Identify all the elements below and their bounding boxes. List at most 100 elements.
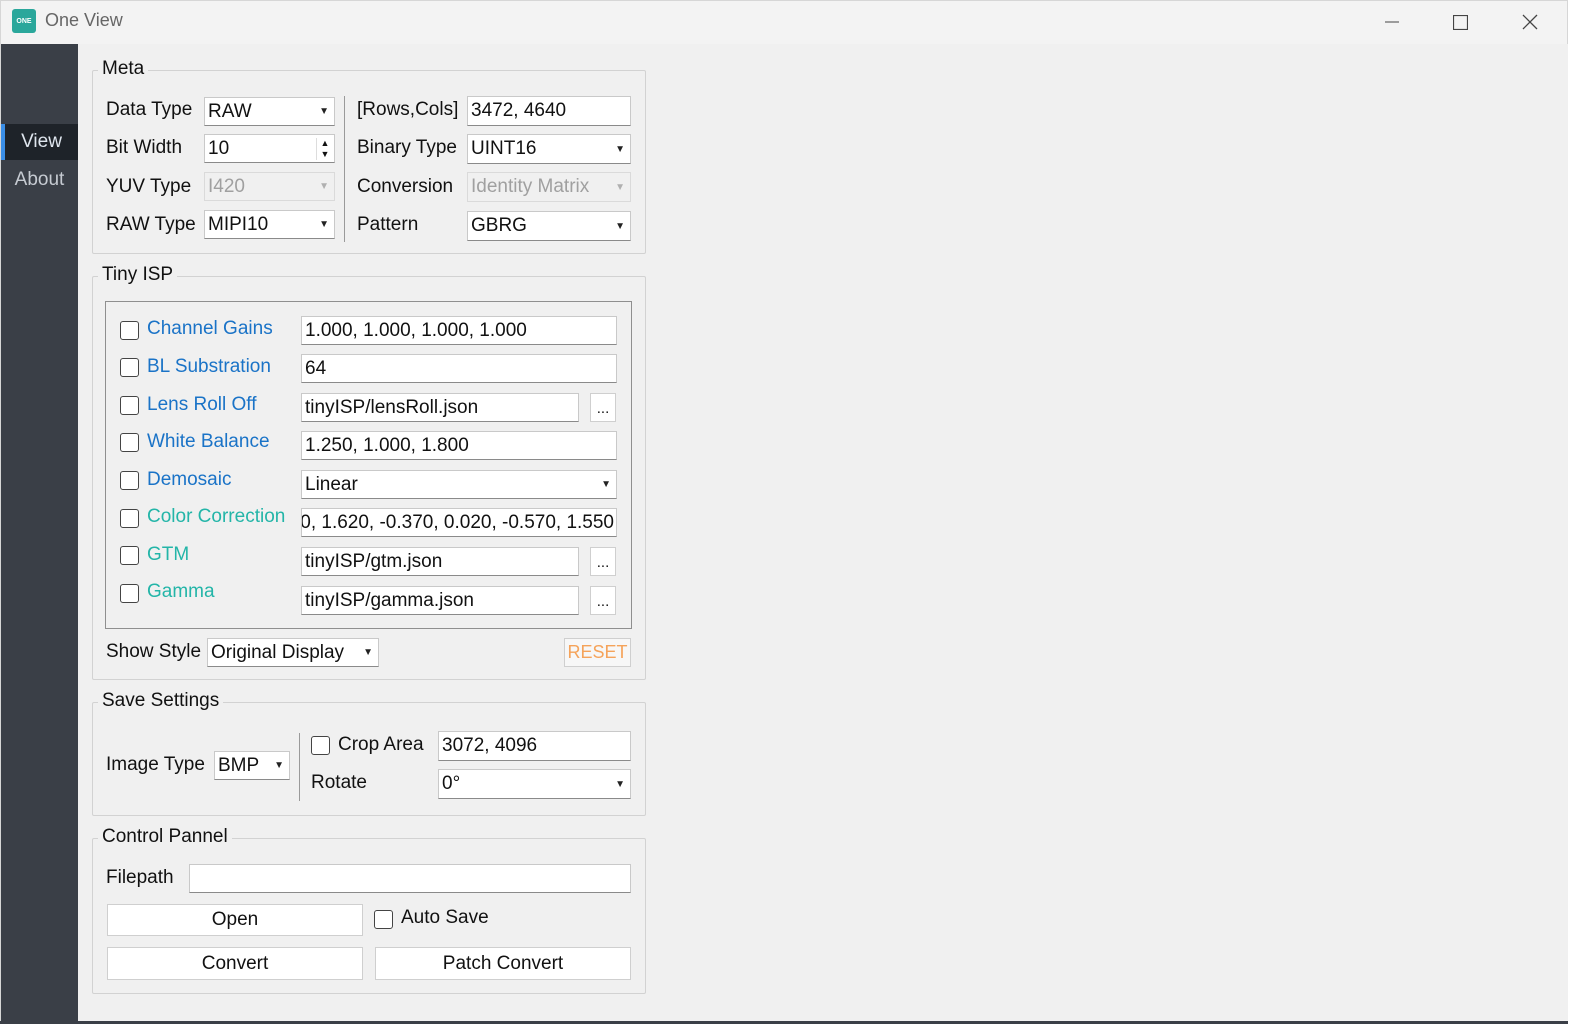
raw-type-label: RAW Type (106, 214, 196, 235)
lens-roll-off-label: Lens Roll Off (147, 394, 257, 415)
raw-type-value: MIPI10 (208, 213, 269, 235)
color-correction-input[interactable]: 50, 1.620, -0.370, 0.020, -0.570, 1.550 (301, 508, 617, 537)
color-correction-checkbox[interactable] (120, 509, 139, 528)
pattern-select[interactable]: GBRG ▼ (467, 211, 631, 241)
chevron-down-icon: ▼ (319, 219, 329, 230)
reset-button[interactable]: RESET (564, 638, 631, 667)
pattern-label: Pattern (357, 214, 419, 235)
gamma-input[interactable]: tinyISP/gamma.json (301, 586, 579, 615)
open-button[interactable]: Open (107, 904, 363, 936)
crop-area-checkbox[interactable] (311, 736, 330, 755)
gamma-browse-button[interactable]: ... (590, 586, 616, 615)
minimize-icon (1385, 21, 1399, 23)
chevron-down-icon: ▼ (601, 479, 611, 490)
data-type-label: Data Type (106, 99, 193, 120)
spin-arrows: ▲ ▼ (316, 137, 333, 160)
close-icon (1522, 14, 1538, 30)
gtm-browse-button[interactable]: ... (590, 547, 616, 576)
spin-down-icon[interactable]: ▼ (317, 149, 333, 160)
color-correction-value: 50, 1.620, -0.370, 0.020, -0.570, 1.550 (301, 511, 614, 533)
yuv-type-label: YUV Type (106, 176, 192, 197)
image-type-label: Image Type (106, 754, 205, 775)
channel-gains-input[interactable]: 1.000, 1.000, 1.000, 1.000 (301, 316, 617, 345)
binary-type-select[interactable]: UINT16 ▼ (467, 134, 631, 164)
bl-substration-label: BL Substration (147, 356, 271, 377)
conversion-select: Identity Matrix ▼ (467, 172, 631, 202)
white-balance-input[interactable]: 1.250, 1.000, 1.800 (301, 431, 617, 460)
chevron-down-icon: ▼ (615, 143, 625, 155)
channel-gains-label: Channel Gains (147, 318, 273, 339)
conversion-label: Conversion (357, 176, 454, 197)
meta-separator (344, 96, 345, 242)
gtm-checkbox[interactable] (120, 546, 139, 565)
yuv-type-value: I420 (208, 175, 245, 197)
chevron-down-icon: ▼ (615, 220, 625, 232)
chevron-down-icon: ▼ (363, 647, 373, 658)
rows-cols-input[interactable]: 3472, 4640 (467, 96, 631, 126)
show-style-value: Original Display (211, 641, 345, 663)
spin-up-icon[interactable]: ▲ (317, 138, 333, 149)
show-style-label: Show Style (106, 641, 202, 662)
chevron-down-icon: ▼ (319, 181, 329, 192)
binary-type-value: UINT16 (471, 138, 537, 159)
image-viewer (660, 44, 1568, 1024)
title-bar (0, 0, 1568, 44)
bl-substration-checkbox[interactable] (120, 358, 139, 377)
window-bottom-border (0, 1021, 1568, 1024)
conversion-value: Identity Matrix (471, 176, 590, 197)
chevron-down-icon: ▼ (319, 106, 329, 117)
app-logo-text: ONE (16, 17, 32, 25)
chevron-down-icon: ▼ (615, 778, 625, 790)
image-type-value: BMP (218, 754, 260, 776)
patch-convert-button[interactable]: Patch Convert (375, 947, 631, 980)
demosaic-label: Demosaic (147, 469, 232, 490)
demosaic-select[interactable]: Linear ▼ (301, 470, 617, 499)
rotate-label: Rotate (311, 772, 367, 793)
filepath-label: Filepath (106, 867, 174, 888)
bl-substration-input[interactable]: 64 (301, 354, 617, 383)
lens-roll-off-input[interactable]: tinyISP/lensRoll.json (301, 393, 579, 422)
convert-button[interactable]: Convert (107, 947, 363, 980)
sidebar-item-view[interactable]: View (1, 124, 78, 160)
window-edge (1568, 0, 1586, 1035)
white-balance-label: White Balance (147, 431, 270, 452)
gtm-input[interactable]: tinyISP/gtm.json (301, 547, 579, 576)
rotate-select[interactable]: 0° ▼ (438, 769, 631, 799)
minimize-button[interactable] (1362, 6, 1422, 38)
binary-type-label: Binary Type (357, 137, 457, 158)
raw-type-select[interactable]: MIPI10 ▼ (204, 210, 335, 239)
data-type-select[interactable]: RAW ▼ (204, 97, 335, 126)
bit-width-spinbox[interactable]: 10 ▲ ▼ (204, 134, 335, 163)
auto-save-label: Auto Save (401, 907, 489, 928)
window-title: One View (45, 10, 123, 30)
lens-roll-off-browse-button[interactable]: ... (590, 393, 616, 422)
sidebar-item-about[interactable]: About (1, 162, 78, 198)
crop-area-input[interactable]: 3072, 4096 (438, 731, 631, 761)
bit-width-label: Bit Width (106, 137, 183, 158)
demosaic-checkbox[interactable] (120, 471, 139, 490)
color-correction-label: Color Correction (147, 506, 286, 527)
show-style-select[interactable]: Original Display ▼ (207, 638, 379, 667)
gtm-label: GTM (147, 544, 190, 565)
bit-width-value: 10 (208, 137, 230, 159)
chevron-down-icon: ▼ (615, 181, 625, 193)
white-balance-checkbox[interactable] (120, 433, 139, 452)
close-button[interactable] (1500, 6, 1560, 38)
rotate-value: 0° (442, 773, 461, 794)
isp-steps-frame (105, 301, 632, 629)
chevron-down-icon: ▼ (274, 760, 284, 771)
lens-roll-off-checkbox[interactable] (120, 396, 139, 415)
control-pannel-group-title: Control Pannel (98, 826, 232, 848)
tiny-isp-group-title: Tiny ISP (98, 264, 178, 286)
image-type-select[interactable]: BMP ▼ (214, 751, 290, 780)
rows-cols-label: [Rows,Cols] (357, 99, 459, 120)
maximize-icon (1452, 14, 1468, 30)
demosaic-value: Linear (305, 473, 358, 495)
maximize-button[interactable] (1430, 6, 1490, 38)
channel-gains-checkbox[interactable] (120, 321, 139, 340)
auto-save-checkbox[interactable] (374, 910, 393, 929)
data-type-value: RAW (208, 100, 252, 122)
filepath-input[interactable] (189, 864, 631, 893)
gamma-checkbox[interactable] (120, 584, 139, 603)
crop-area-label: Crop Area (338, 734, 424, 755)
